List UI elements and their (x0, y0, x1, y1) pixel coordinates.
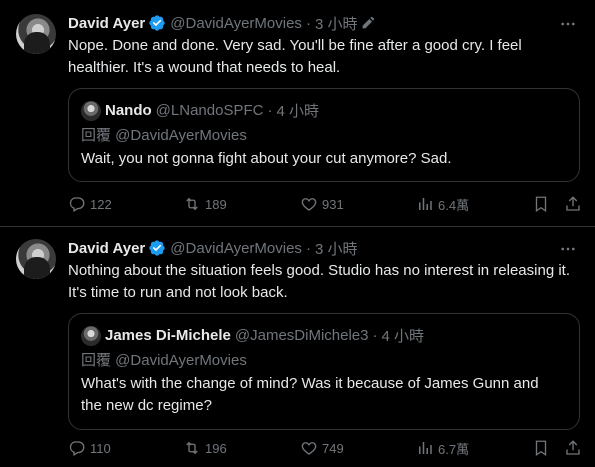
like-icon (301, 442, 317, 455)
like-icon (301, 198, 317, 211)
quote-author-name: Nando (105, 102, 152, 119)
quoted-tweet[interactable]: James Di-Michele @JamesDiMichele3 · 4 小時… (68, 313, 580, 430)
quote-timestamp: 4 小時 (276, 103, 319, 120)
quote-header: Nando @LNandoSPFC · 4 小時 (81, 100, 319, 121)
separator-dot: · (305, 14, 311, 32)
quote-author-handle: @JamesDiMichele3 (234, 327, 369, 344)
bookmark-button[interactable] (532, 193, 550, 215)
tweet-header: David Ayer @DavidAyerMovies · 3 小時 (68, 13, 376, 33)
more-icon[interactable] (559, 15, 577, 33)
retweet-count: 196 (205, 440, 227, 456)
like-button[interactable]: 749 (300, 437, 344, 459)
share-icon (566, 440, 580, 455)
separator-dot: · (372, 327, 378, 344)
verified-badge-icon (149, 240, 165, 256)
bookmark-button[interactable] (532, 437, 550, 459)
retweet-icon (186, 441, 198, 455)
timestamp[interactable]: 3 小時 (315, 238, 358, 259)
retweet-button[interactable]: 196 (183, 437, 227, 459)
quote-replying-to: 回覆 @DavidAyerMovies (81, 352, 247, 369)
quote-author-handle: @LNandoSPFC (155, 102, 264, 119)
share-icon (566, 196, 580, 211)
edit-icon[interactable] (360, 15, 376, 31)
reply-button[interactable]: 110 (68, 437, 111, 459)
quote-author-name: James Di-Michele (105, 327, 231, 344)
separator-dot: · (267, 102, 273, 119)
quote-avatar (81, 325, 101, 346)
share-button[interactable] (564, 193, 582, 215)
timestamp[interactable]: 3 小時 (315, 13, 358, 34)
view-count: 6.4萬 (438, 197, 470, 213)
views-icon (419, 198, 432, 210)
retweet-button[interactable]: 189 (183, 193, 227, 215)
verified-badge-icon (149, 15, 165, 31)
views-button[interactable]: 6.4萬 (416, 193, 469, 215)
quote-replying-to: 回覆 @DavidAyerMovies (81, 127, 247, 144)
author-name[interactable]: David Ayer (68, 240, 145, 257)
reply-count: 122 (90, 196, 112, 212)
separator-dot: · (305, 239, 311, 257)
avatar[interactable] (16, 239, 56, 279)
retweet-icon (186, 197, 198, 211)
like-button[interactable]: 931 (300, 193, 344, 215)
retweet-count: 189 (205, 196, 227, 212)
author-name[interactable]: David Ayer (68, 15, 145, 32)
views-icon (419, 442, 432, 454)
author-handle[interactable]: @DavidAyerMovies (170, 240, 302, 257)
share-button[interactable] (564, 437, 582, 459)
author-handle[interactable]: @DavidAyerMovies (170, 15, 302, 32)
tweet[interactable]: David Ayer @DavidAyerMovies · 3 小時 Nothi… (0, 227, 595, 467)
action-bar: 110 196 749 6.7萬 (68, 437, 588, 459)
reply-icon (69, 441, 85, 456)
like-count: 931 (322, 196, 344, 212)
view-count: 6.7萬 (438, 441, 470, 457)
quote-avatar (81, 100, 101, 121)
quote-text: Wait, you not gonna fight about your cut… (81, 150, 452, 167)
quote-text: What's with the change of mind? Was it b… (81, 375, 539, 414)
reply-icon (69, 197, 85, 212)
quote-timestamp: 4 小時 (381, 328, 425, 345)
reply-button[interactable]: 122 (68, 193, 112, 215)
action-bar: 122 189 931 6.4萬 (68, 193, 588, 215)
quoted-tweet[interactable]: Nando @LNandoSPFC · 4 小時 回覆 @DavidAyerMo… (68, 88, 580, 182)
avatar[interactable] (16, 14, 56, 54)
reply-count: 110 (90, 440, 111, 456)
views-button[interactable]: 6.7萬 (416, 437, 469, 459)
tweet-header: David Ayer @DavidAyerMovies · 3 小時 (68, 238, 357, 258)
tweet-text: Nothing about the situation feels good. … (68, 262, 570, 301)
bookmark-icon (535, 196, 547, 213)
tweet-text: Nope. Done and done. Very sad. You'll be… (68, 37, 522, 76)
bookmark-icon (535, 440, 547, 457)
tweet[interactable]: David Ayer @DavidAyerMovies · 3 小時 Nope.… (0, 0, 595, 227)
quote-header: James Di-Michele @JamesDiMichele3 · 4 小時 (81, 325, 424, 346)
more-icon[interactable] (559, 240, 577, 258)
like-count: 749 (322, 440, 344, 456)
